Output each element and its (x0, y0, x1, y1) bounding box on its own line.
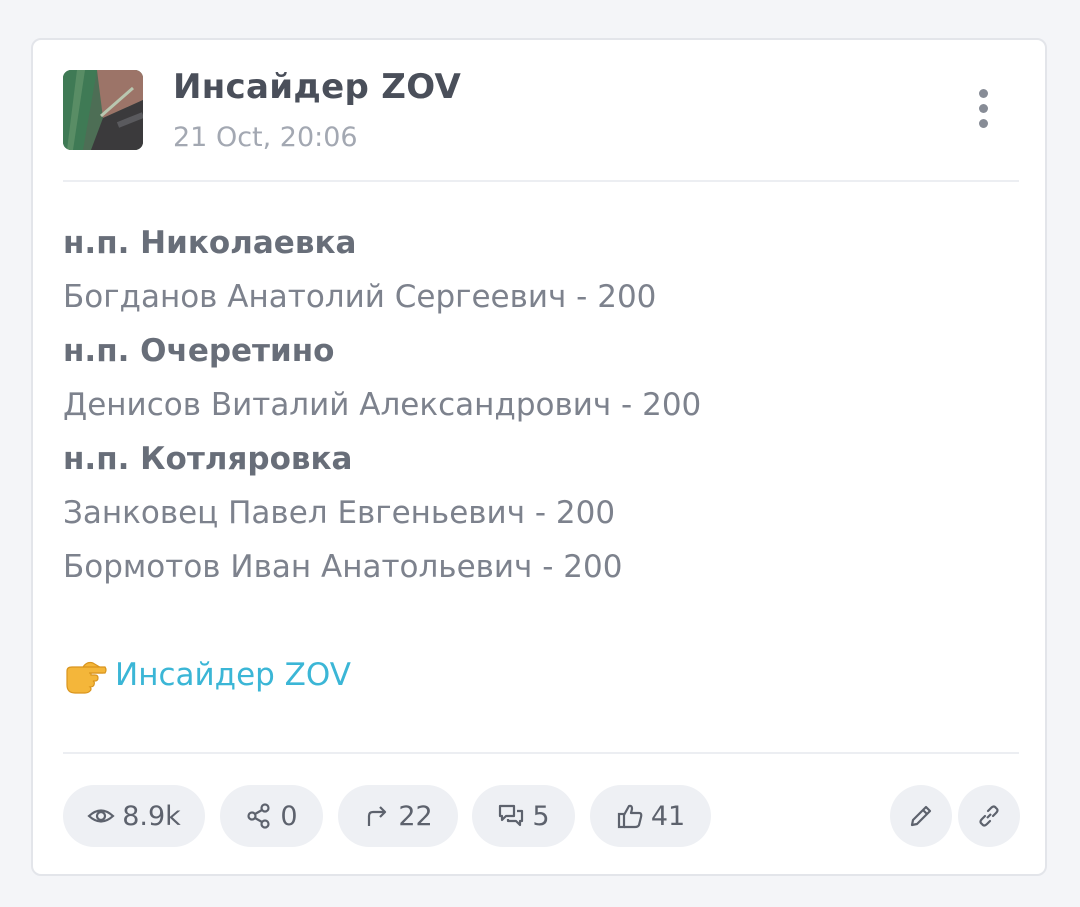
channel-name[interactable]: Инсайдер ZOV (173, 67, 461, 107)
thumbs-up-icon (617, 804, 643, 829)
post-line: Денисов Виталий Александрович - 200 (63, 387, 702, 423)
post-body: н.п. Николаевка Богданов Анатолий Сергее… (63, 216, 1019, 702)
post-footer: 8.9k 0 22 5 41 (63, 785, 1020, 849)
edit-button[interactable] (890, 785, 952, 847)
more-vertical-icon[interactable] (963, 86, 1003, 132)
post-line: Бормотов Иван Анатольевич - 200 (63, 549, 623, 585)
reactions-count: 41 (650, 800, 686, 832)
forward-arrow-icon (368, 806, 387, 826)
comments-icon (499, 804, 524, 827)
channel-avatar[interactable] (63, 70, 143, 150)
post-date: 21 Oct, 20:06 (173, 122, 358, 153)
post-line: н.п. Очеретино (63, 333, 335, 369)
shares-count: 0 (280, 800, 298, 832)
pencil-icon (910, 805, 932, 827)
link-icon (979, 805, 999, 827)
copy-link-button[interactable] (958, 785, 1020, 847)
channel-link-row: Инсайдер ZOV (63, 648, 1019, 702)
shares-counter[interactable]: 0 (220, 785, 323, 847)
comments-count: 5 (532, 800, 550, 832)
footer-divider (63, 752, 1019, 754)
avatar-image (63, 70, 143, 150)
pointing-right-hand-icon (66, 661, 107, 694)
post-line: Богданов Анатолий Сергеевич - 200 (63, 279, 657, 315)
views-count: 8.9k (122, 800, 181, 832)
post-line: н.п. Котляровка (63, 441, 353, 477)
channel-link[interactable]: Инсайдер ZOV (115, 648, 351, 702)
forwards-counter[interactable]: 22 (338, 785, 458, 847)
header-divider (63, 180, 1019, 182)
post-line: Занковец Павел Евгеньевич - 200 (63, 495, 616, 531)
eye-icon (87, 809, 115, 823)
share-nodes-icon (247, 803, 271, 829)
post-card: Инсайдер ZOV 21 Oct, 20:06 н.п. Николаев… (31, 38, 1047, 876)
views-counter[interactable]: 8.9k (63, 785, 205, 847)
forwards-count: 22 (398, 800, 433, 832)
reactions-counter[interactable]: 41 (590, 785, 711, 847)
comments-counter[interactable]: 5 (472, 785, 575, 847)
post-line: н.п. Николаевка (63, 225, 357, 261)
